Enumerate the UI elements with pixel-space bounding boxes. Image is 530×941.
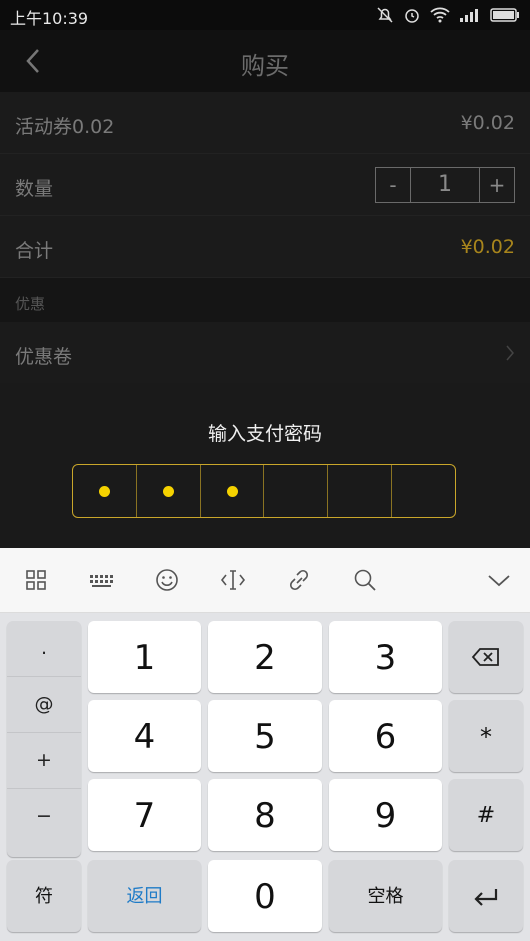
enter-key[interactable]: [449, 860, 523, 932]
key-7[interactable]: 7: [88, 779, 201, 851]
password-cell: [137, 465, 201, 517]
mute-bell-icon: [377, 7, 393, 23]
wifi-icon: [430, 7, 450, 23]
search-icon[interactable]: [351, 566, 379, 594]
password-cell: [73, 465, 137, 517]
return-key[interactable]: 返回: [88, 860, 201, 932]
key-star[interactable]: *: [449, 700, 523, 772]
total-label: 合计: [15, 240, 54, 262]
emoji-icon[interactable]: [153, 566, 181, 594]
password-cell: [328, 465, 393, 517]
voucher-row: 活动券0.02 ¥0.02: [0, 92, 530, 154]
page-title: 购买: [241, 52, 289, 80]
total-value: ¥0.02: [460, 236, 515, 258]
key-6[interactable]: 6: [329, 700, 442, 772]
cursor-move-icon[interactable]: [219, 566, 247, 594]
chevron-right-icon: [506, 345, 514, 361]
key-2[interactable]: 2: [208, 621, 322, 693]
increase-button[interactable]: +: [479, 168, 514, 202]
key-0[interactable]: 0: [208, 860, 322, 932]
link-icon[interactable]: [285, 566, 313, 594]
backspace-key[interactable]: [449, 621, 523, 693]
status-time: 上午10:39: [10, 9, 89, 28]
password-cell: [201, 465, 265, 517]
section-title: 优惠: [15, 295, 46, 313]
password-dot: [163, 486, 175, 497]
decrease-button[interactable]: -: [376, 168, 411, 202]
key-minus[interactable]: −: [7, 789, 81, 844]
password-input[interactable]: [72, 464, 456, 518]
total-row: 合计 ¥0.02: [0, 216, 530, 278]
symbol-column: . @ + −: [7, 621, 81, 857]
quantity-label: 数量: [15, 178, 54, 200]
signal-icon: [460, 9, 478, 22]
password-dot: [227, 486, 239, 497]
coupon-row[interactable]: 优惠卷: [0, 322, 530, 384]
symbols-key[interactable]: 符: [7, 860, 81, 932]
key-9[interactable]: 9: [329, 779, 442, 851]
backspace-icon: [471, 648, 499, 666]
battery-icon: [490, 8, 519, 22]
password-cell: [392, 465, 455, 517]
quantity-stepper: - 1 +: [375, 167, 515, 203]
key-hash[interactable]: #: [449, 779, 523, 851]
password-cell: [264, 465, 329, 517]
voucher-label: 活动券0.02: [15, 116, 115, 138]
key-plus[interactable]: +: [7, 733, 81, 789]
password-dot: [99, 486, 111, 497]
keyboard-icon[interactable]: [87, 566, 115, 594]
numeric-keyboard: . @ + − 1 2 3 4 5 6 * 7 8 9 # 符 返回 0 空格: [0, 613, 530, 941]
nav-bar: 购买: [0, 30, 530, 92]
payment-title: 输入支付密码: [207, 423, 322, 445]
key-dot[interactable]: .: [7, 621, 81, 677]
enter-icon: [474, 889, 498, 906]
grid-icon[interactable]: [22, 566, 50, 594]
key-3[interactable]: 3: [329, 621, 442, 693]
key-1[interactable]: 1: [88, 621, 201, 693]
status-icons: [376, 6, 520, 24]
key-8[interactable]: 8: [208, 779, 322, 851]
key-at[interactable]: @: [7, 677, 81, 733]
voucher-price: ¥0.02: [460, 112, 515, 134]
space-key[interactable]: 空格: [329, 860, 442, 932]
payment-password-panel: 输入支付密码: [0, 383, 530, 548]
status-bar: 上午10:39: [0, 0, 530, 30]
discount-section-header: 优惠: [0, 278, 530, 322]
key-4[interactable]: 4: [88, 700, 201, 772]
alarm-icon: [405, 9, 419, 23]
quantity-row: 数量 - 1 +: [0, 154, 530, 216]
collapse-icon[interactable]: [485, 566, 513, 594]
quantity-value[interactable]: 1: [411, 168, 479, 202]
coupon-label: 优惠卷: [15, 346, 73, 368]
key-5[interactable]: 5: [208, 700, 322, 772]
keyboard-toolbar: [0, 548, 530, 613]
